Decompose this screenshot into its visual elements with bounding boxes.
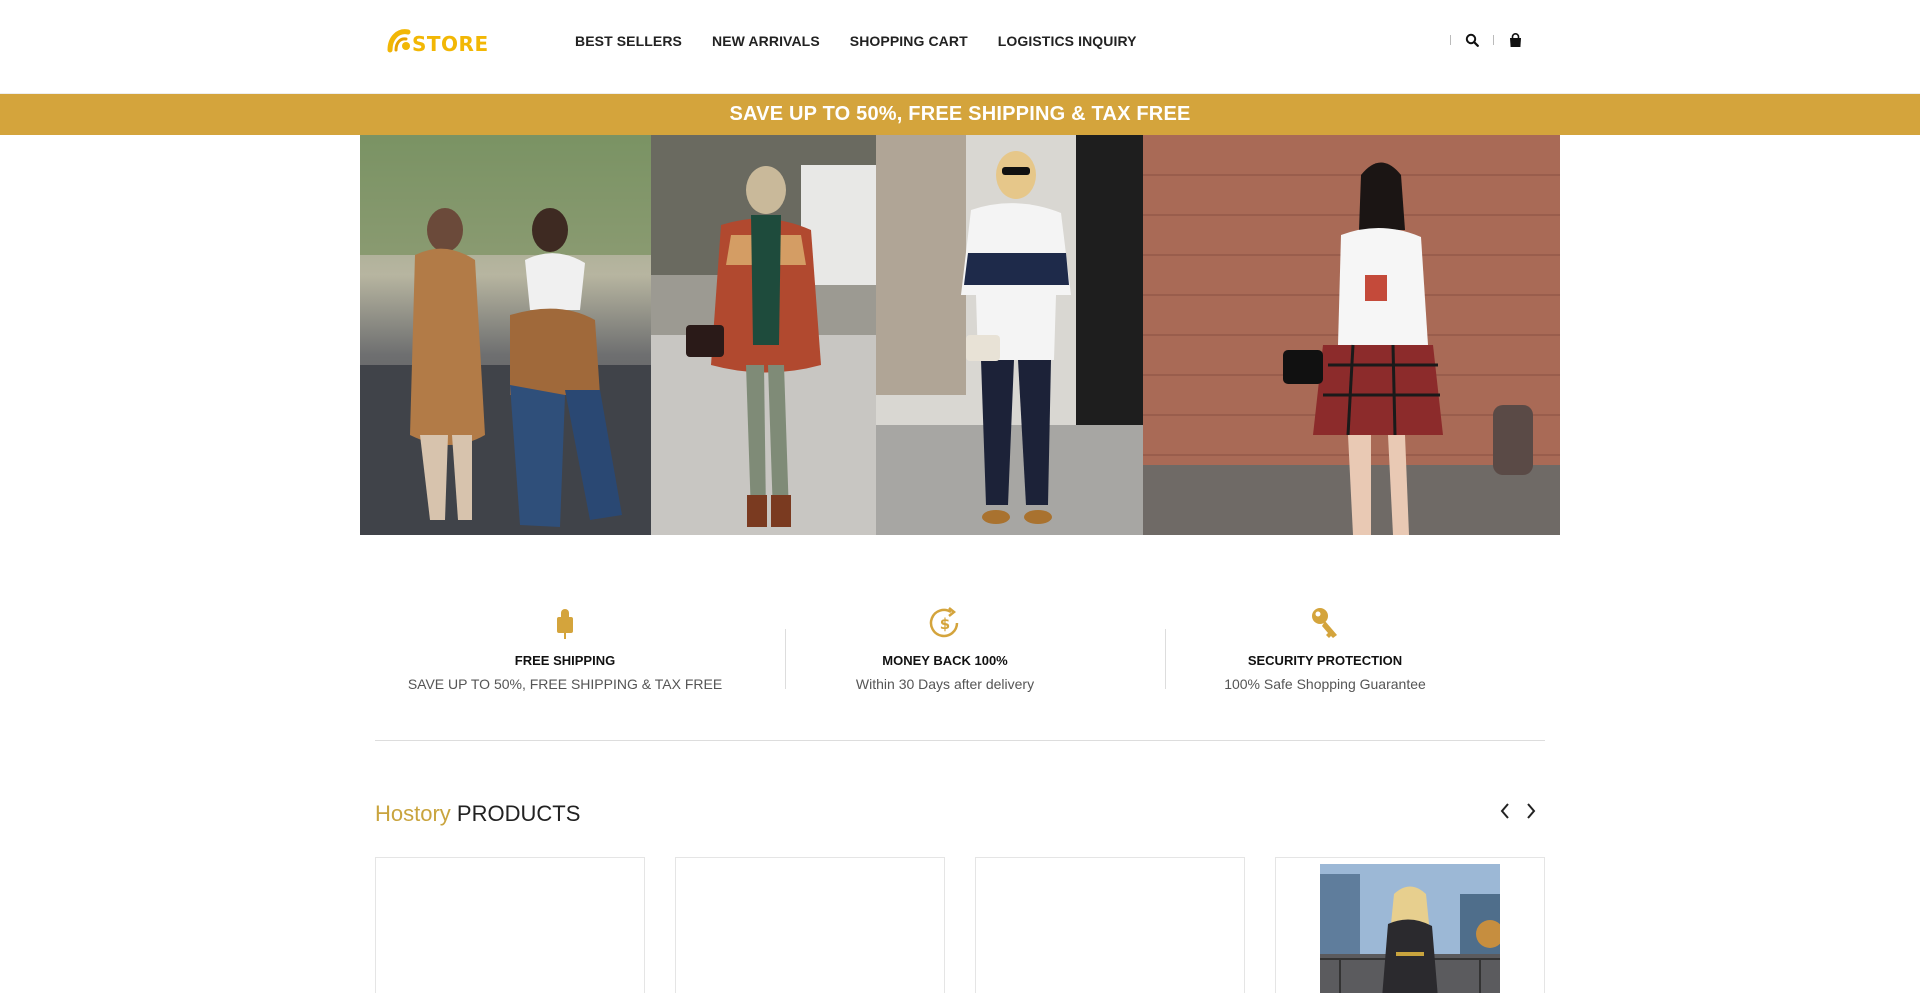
title-accent: Hostory	[375, 801, 451, 826]
street-style-photo-2	[651, 135, 876, 535]
search-icon	[1465, 33, 1479, 47]
product-card[interactable]	[1275, 857, 1545, 993]
carousel-controls	[1496, 800, 1540, 822]
product-card[interactable]	[675, 857, 945, 993]
photo-illustration	[1143, 135, 1560, 535]
feature-desc: Within 30 Days after delivery	[855, 676, 1035, 692]
feature-desc: 100% Safe Shopping Guarantee	[1224, 676, 1426, 692]
product-carousel	[375, 857, 1545, 993]
photo-illustration	[876, 135, 1143, 535]
money-back-icon: $	[929, 607, 959, 638]
product-card[interactable]	[975, 857, 1245, 993]
nav-best-sellers[interactable]: BEST SELLERS	[575, 33, 682, 49]
street-style-photo-4	[1143, 135, 1560, 535]
logo-text: STORE	[412, 32, 489, 56]
feature-free-shipping: FREE SHIPPING SAVE UP TO 50%, FREE SHIPP…	[375, 605, 755, 695]
title-main: PRODUCTS	[456, 801, 581, 826]
section-divider	[375, 740, 1545, 741]
logo-mark-icon	[387, 29, 411, 53]
feature-title: FREE SHIPPING	[514, 653, 616, 668]
product-card[interactable]	[375, 857, 645, 993]
carousel-prev-button[interactable]	[1496, 800, 1514, 822]
promo-banner: SAVE UP TO 50%, FREE SHIPPING & TAX FREE	[0, 94, 1920, 135]
feature-security: SECURITY PROTECTION 100% Safe Shopping G…	[1135, 605, 1515, 695]
shopping-bag-icon	[1509, 32, 1521, 47]
main-nav: BEST SELLERS NEW ARRIVALS SHOPPING CART …	[575, 33, 1167, 49]
key-icon	[1312, 608, 1337, 638]
store-logo[interactable]: STORE	[386, 24, 489, 58]
chevron-left-icon	[1500, 803, 1509, 819]
products-section-title: Hostory PRODUCTS	[375, 801, 580, 827]
search-button[interactable]	[1451, 30, 1493, 50]
lock-icon	[557, 609, 573, 639]
carousel-next-button[interactable]	[1522, 800, 1540, 822]
promo-text: SAVE UP TO 50%, FREE SHIPPING & TAX FREE	[729, 103, 1191, 125]
nav-logistics-inquiry[interactable]: LOGISTICS INQUIRY	[998, 33, 1137, 49]
cart-button[interactable]	[1494, 30, 1536, 50]
site-header: STORE BEST SELLERS NEW ARRIVALS SHOPPING…	[0, 0, 1920, 94]
street-style-photo-1	[360, 135, 651, 535]
product-image	[1320, 864, 1500, 993]
svg-text:$: $	[940, 615, 950, 633]
photo-illustration	[651, 135, 876, 535]
product-photo	[1320, 864, 1500, 993]
nav-new-arrivals[interactable]: NEW ARRIVALS	[712, 33, 820, 49]
street-style-photo-3	[876, 135, 1143, 535]
chevron-right-icon	[1527, 803, 1536, 819]
nav-shopping-cart[interactable]: SHOPPING CART	[850, 33, 968, 49]
hero-banner[interactable]	[360, 135, 1560, 535]
features-strip: FREE SHIPPING SAVE UP TO 50%, FREE SHIPP…	[375, 605, 1545, 695]
feature-desc: SAVE UP TO 50%, FREE SHIPPING & TAX FREE	[407, 676, 723, 692]
feature-title: MONEY BACK 100%	[882, 653, 1008, 668]
header-tools	[1450, 30, 1536, 50]
feature-title: SECURITY PROTECTION	[1247, 653, 1403, 668]
feature-money-back: $ MONEY BACK 100% Within 30 Days after d…	[755, 605, 1135, 695]
photo-illustration	[360, 135, 651, 535]
